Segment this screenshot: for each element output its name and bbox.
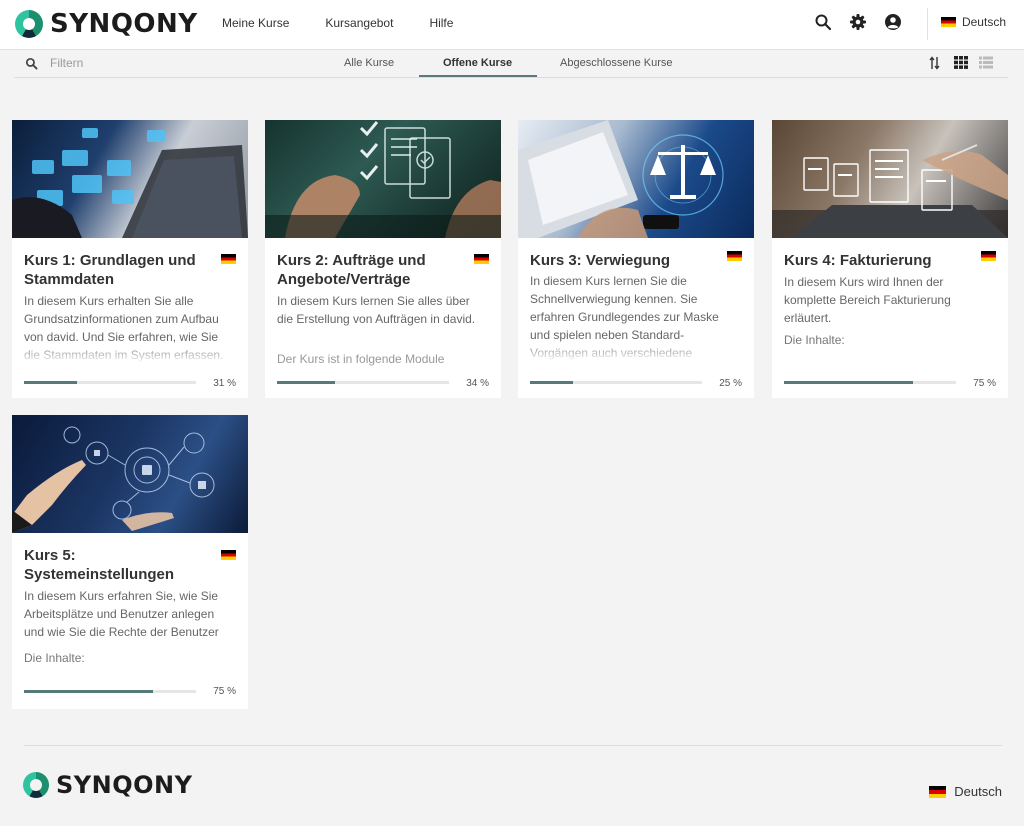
course-image-4 [772, 120, 1008, 238]
language-label: Deutsch [961, 15, 1006, 29]
footer-logo-text: SYNQONY [56, 771, 193, 799]
top-header: SYNQONY Meine Kurse Kursangebot Hilfe De… [0, 0, 1024, 50]
header-divider [927, 8, 928, 40]
progress-percent: 34 % [466, 378, 489, 389]
course-description: In diesem Kurs lernen Sie die Schnellver… [530, 272, 742, 362]
course-card-3[interactable]: Kurs 3: Verwiegung In diesem Kurs lernen… [518, 120, 754, 398]
filter-placeholder: Filtern [50, 56, 84, 70]
tab-abgeschlossene-kurse[interactable]: Abgeschlossene Kurse [560, 57, 673, 69]
logo-text: SYNQONY [50, 9, 198, 39]
progress-bar [784, 381, 956, 384]
active-tab-indicator [419, 75, 537, 77]
account-icon[interactable] [884, 13, 902, 31]
flag-de-icon [474, 254, 489, 264]
course-title: Kurs 1: Grundlagen und Stammdaten [24, 252, 196, 288]
course-description: In diesem Kurs erhalten Sie alle Grundsa… [24, 292, 236, 364]
flag-de-icon [981, 251, 996, 261]
synqony-logo-mark [23, 772, 49, 798]
course-description: In diesem Kurs wird Ihnen der komplette … [784, 275, 951, 325]
course-description: In diesem Kurs erfahren Sie, wie Sie Arb… [24, 589, 219, 639]
course-card-body: Kurs 5: Systemeinstellungen In diesem Ku… [12, 533, 248, 667]
progress-fill [277, 381, 336, 384]
nav-hilfe[interactable]: Hilfe [429, 16, 453, 30]
course-extra-text: Der Kurs ist in folgende Module untertei… [277, 352, 445, 372]
course-title: Kurs 2: Aufträge und Angebote/Verträge [277, 252, 426, 288]
flag-de-icon [929, 785, 947, 798]
language-switch[interactable]: Deutsch [940, 15, 1006, 29]
search-icon [25, 57, 38, 69]
progress-fill [530, 381, 573, 384]
flag-de-icon [727, 251, 742, 261]
course-toolbar: Filtern Alle Kurse Offene Kurse Abgeschl… [14, 50, 1008, 78]
progress-bar [530, 381, 702, 384]
progress-percent: 25 % [719, 378, 742, 389]
search-icon[interactable] [814, 13, 832, 31]
course-title: Kurs 4: Fakturierung [784, 252, 932, 269]
progress-bar [277, 381, 449, 384]
course-description: In diesem Kurs lernen Sie alles über die… [277, 294, 476, 326]
course-image-1 [12, 120, 248, 238]
sort-icon[interactable] [929, 56, 941, 70]
progress-fill [24, 690, 153, 693]
course-card-1[interactable]: Kurs 1: Grundlagen und Stammdaten In die… [12, 120, 248, 398]
course-card-5[interactable]: Kurs 5: Systemeinstellungen In diesem Ku… [12, 415, 248, 709]
footer-logo[interactable]: SYNQONY [23, 771, 193, 799]
tab-alle-kurse[interactable]: Alle Kurse [344, 57, 394, 69]
flag-de-icon [940, 17, 956, 27]
course-card-body: Kurs 1: Grundlagen und Stammdaten In die… [12, 238, 248, 364]
tab-offene-kurse[interactable]: Offene Kurse [443, 57, 512, 69]
course-card-4[interactable]: Kurs 4: Fakturierung In diesem Kurs wird… [772, 120, 1008, 398]
flag-de-icon [221, 550, 236, 560]
course-title: Kurs 5: Systemeinstellungen [24, 547, 175, 583]
progress-fill [24, 381, 78, 384]
nav-meine-kurse[interactable]: Meine Kurse [222, 16, 289, 30]
progress-bar [24, 690, 196, 693]
course-image-2 [265, 120, 501, 238]
grid-view-icon[interactable] [954, 56, 968, 69]
course-card-body: Kurs 4: Fakturierung In diesem Kurs wird… [772, 238, 1008, 349]
footer-divider [24, 745, 1002, 746]
progress-percent: 75 % [973, 378, 996, 389]
filter-field[interactable]: Filtern [25, 56, 83, 70]
course-card-2[interactable]: Kurs 2: Aufträge und Angebote/Verträge I… [265, 120, 501, 398]
course-card-body: Kurs 3: Verwiegung In diesem Kurs lernen… [518, 238, 754, 362]
course-image-3 [518, 120, 754, 238]
main-nav: Meine Kurse Kursangebot Hilfe [222, 16, 489, 30]
progress-percent: 31 % [213, 378, 236, 389]
course-title: Kurs 3: Verwiegung [530, 252, 671, 269]
flag-de-icon [221, 254, 236, 264]
course-extra-text: Die Inhalte: [784, 333, 845, 347]
list-view-icon[interactable] [979, 56, 993, 69]
course-image-5 [12, 415, 248, 533]
course-card-body: Kurs 2: Aufträge und Angebote/Verträge I… [265, 238, 501, 372]
synqony-logo-mark [15, 10, 43, 38]
footer-language-switch[interactable]: Deutsch [929, 784, 1002, 799]
progress-bar [24, 381, 196, 384]
nav-kursangebot[interactable]: Kursangebot [325, 16, 393, 30]
progress-percent: 75 % [213, 686, 236, 697]
footer-language-label: Deutsch [954, 784, 1002, 799]
gear-icon[interactable] [849, 13, 867, 31]
course-extra-text: Die Inhalte: [24, 651, 85, 665]
synqony-logo[interactable]: SYNQONY [15, 8, 198, 40]
progress-fill [784, 381, 913, 384]
